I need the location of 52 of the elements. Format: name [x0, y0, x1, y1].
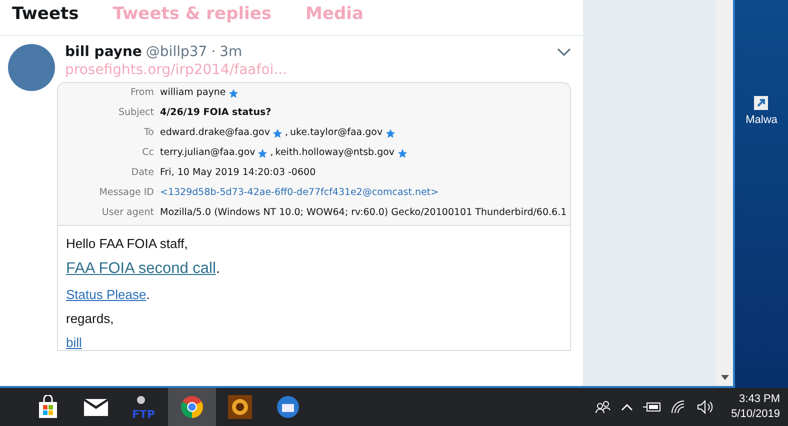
speaker-icon[interactable] — [697, 400, 714, 414]
star-icon — [228, 88, 239, 98]
star-icon — [396, 148, 408, 158]
header-label: User agent — [100, 206, 154, 220]
battery-icon[interactable] — [643, 402, 662, 412]
comma: , — [285, 126, 288, 140]
contact-address: uke.taylor@faa.gov — [290, 126, 383, 140]
author-name[interactable]: bill payne — [65, 44, 142, 60]
comma: , — [270, 146, 274, 160]
contact-address: edward.drake@faa.gov — [160, 126, 270, 140]
contact-address: terry.julian@faa.gov — [160, 146, 256, 160]
header-value: Mozilla/5.0 (Windows NT 10.0; WOW64; rv:60.0) Gecko/20100101 Thunderbird/60.6.1 — [160, 206, 568, 220]
contact-address: keith.holloway@ntsb.gov — [275, 146, 395, 160]
clock-date[interactable]: 5/10/2019 — [731, 407, 780, 422]
header-label: Subject — [117, 106, 154, 120]
star-icon — [384, 128, 396, 138]
body-link[interactable]: FAA FOIA second call — [66, 260, 216, 277]
header-label: To — [142, 126, 154, 140]
envelope-icon — [84, 398, 108, 416]
shopping-bag-icon — [37, 395, 59, 419]
contact-address: william payne — [160, 86, 226, 100]
clock-time[interactable]: 3:43 PM — [739, 392, 780, 407]
header-label: Date — [130, 166, 154, 180]
body-text: regards, — [66, 311, 115, 326]
scroll-down-icon[interactable] — [721, 375, 729, 380]
game-icon — [228, 395, 252, 419]
period-text: . — [216, 260, 220, 277]
subject-text: 4/26/19 FOIA status? — [160, 106, 272, 120]
body-link[interactable]: bill — [66, 335, 82, 350]
profile-tab[interactable]: Tweets — [12, 4, 79, 35]
header-label: From — [129, 86, 154, 100]
header-label: Message ID — [98, 186, 154, 200]
period-text: . — [146, 287, 150, 302]
thunderbird-icon — [276, 395, 300, 419]
desktop-icon-label[interactable]: Malwa — [746, 114, 778, 126]
tweet-time[interactable]: 3m — [220, 44, 242, 60]
chevron-down-icon[interactable] — [557, 47, 571, 57]
header-value: Fri, 10 May 2019 14:20:03 -0600 — [160, 166, 317, 180]
body-text: Hello FAA FOIA staff, — [66, 236, 189, 251]
star-icon — [257, 148, 268, 158]
scrollbar[interactable] — [716, 0, 733, 386]
message-id-link[interactable]: <1329d58b-5d73-42ae-6ff0-de77fcf431e2@comcast.net> — [160, 187, 439, 198]
header-label: Cc — [141, 146, 154, 160]
people-icon[interactable] — [595, 400, 612, 414]
chevron-up-icon[interactable] — [621, 403, 634, 411]
author-handle: @billp37 — [146, 44, 208, 60]
shortcut-icon[interactable] — [754, 96, 768, 110]
chrome-icon — [181, 396, 203, 418]
body-link[interactable]: Status Please — [66, 287, 146, 302]
separator-dot: · — [211, 44, 216, 60]
star-icon — [272, 128, 283, 138]
avatar-photo-placeholder[interactable] — [8, 44, 55, 91]
